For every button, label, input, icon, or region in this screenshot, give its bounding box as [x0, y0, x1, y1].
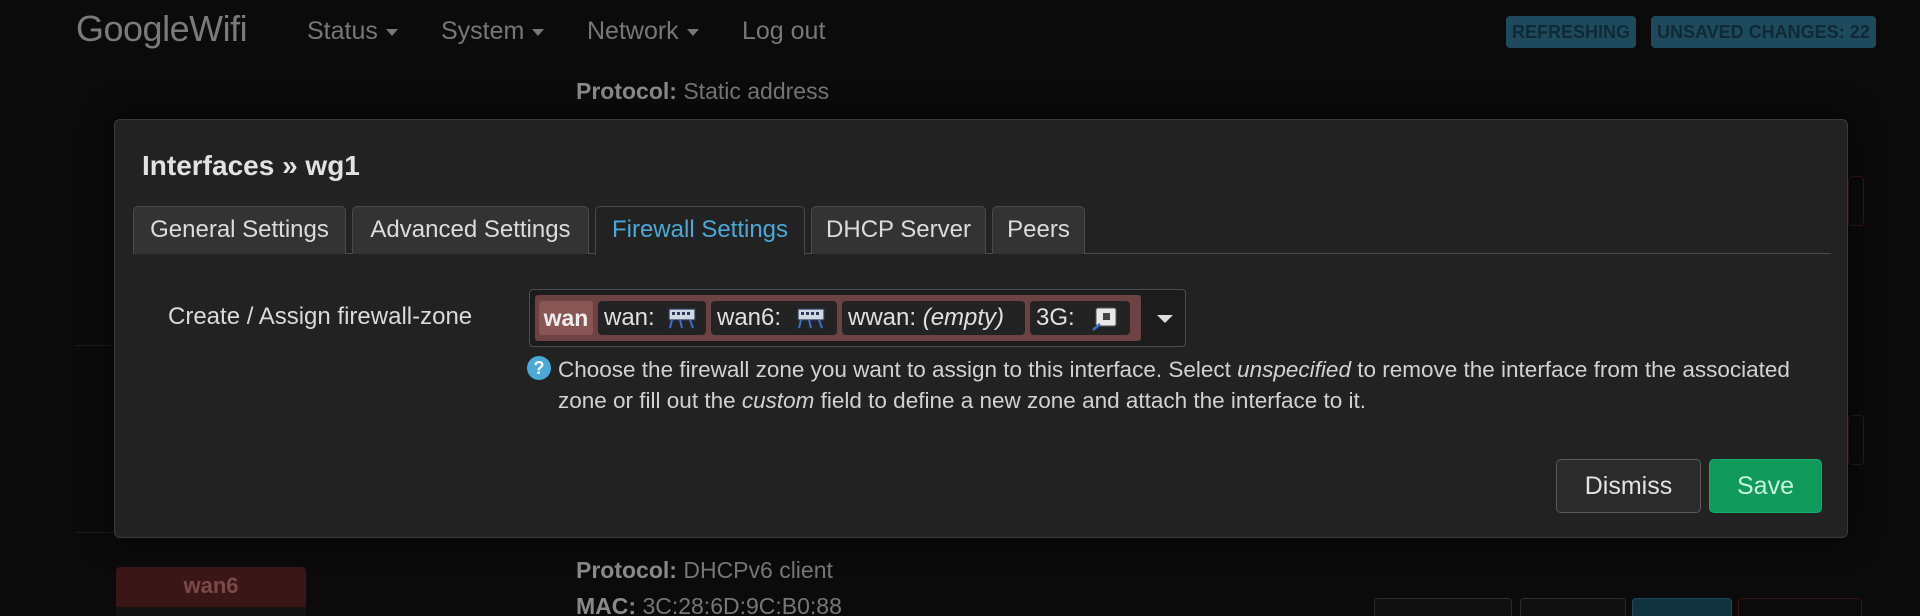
bg-button — [1632, 598, 1732, 616]
divider — [76, 532, 114, 533]
firewall-zone-label: Create / Assign firewall-zone — [168, 303, 473, 330]
modem-icon — [1092, 307, 1117, 331]
tab-firewall-settings[interactable]: Firewall Settings — [595, 206, 805, 255]
modal-title: Interfaces » wg1 — [142, 150, 360, 181]
refreshing-badge[interactable]: REFRESHING — [1506, 16, 1637, 48]
bg-button — [1848, 415, 1864, 465]
tab-general-settings[interactable]: General Settings — [133, 206, 346, 254]
bg-button — [1374, 598, 1512, 616]
chevron-down-icon — [532, 28, 545, 36]
ethernet-icon — [668, 308, 696, 329]
tab-dhcp-server[interactable]: DHCP Server — [811, 206, 986, 254]
firewall-zone-select[interactable]: wan wan: wan6: wwan: (empty) 3G: — [529, 289, 1186, 347]
zone-chip-wan6: wan6: — [711, 301, 837, 335]
wan6-zone-badge: wan6 — [116, 567, 306, 607]
menu-logout[interactable]: Log out — [742, 17, 825, 46]
interface-edit-modal: Interfaces » wg1 General Settings Advanc… — [114, 119, 1848, 538]
help-icon: ? — [527, 356, 551, 380]
tab-advanced-settings[interactable]: Advanced Settings — [352, 206, 589, 254]
save-button[interactable]: Save — [1709, 459, 1822, 513]
wan6-zone-body — [116, 607, 306, 616]
dismiss-button[interactable]: Dismiss — [1556, 459, 1701, 513]
chevron-down-icon — [385, 28, 398, 36]
ethernet-icon — [797, 308, 825, 329]
bg-button — [1848, 176, 1864, 226]
help-text: Choose the firewall zone you want to ass… — [558, 357, 1790, 413]
bg-mac-row: MAC: 3C:28:6D:9C:B0:88 — [576, 593, 842, 616]
brand-logo[interactable]: GoogleWifi — [76, 8, 248, 50]
tab-bar: General Settings Advanced Settings Firew… — [133, 206, 1831, 255]
bg-button — [1738, 598, 1862, 616]
chevron-down-icon[interactable] — [1157, 315, 1173, 323]
tab-peers[interactable]: Peers — [992, 206, 1085, 254]
bg-button — [1520, 598, 1626, 616]
zone-badge-wan: wan — [539, 301, 593, 335]
zone-chip-wan: wan: — [598, 301, 706, 335]
unsaved-changes-badge[interactable]: UNSAVED CHANGES: 22 — [1651, 16, 1876, 48]
bg-protocol-row: Protocol: Static address — [576, 78, 830, 104]
divider — [76, 345, 114, 346]
zone-chip-3g: 3G: — [1030, 301, 1130, 335]
zone-chip-wwan: wwan: (empty) — [842, 301, 1025, 335]
menu-status[interactable]: Status — [307, 17, 398, 46]
menu-system[interactable]: System — [441, 17, 545, 46]
zone-selected-value: wan wan: wan6: wwan: (empty) 3G: — [535, 295, 1141, 341]
chevron-down-icon — [686, 28, 699, 36]
bg-protocol-row-2: Protocol: DHCPv6 client — [576, 557, 833, 583]
menu-network[interactable]: Network — [587, 17, 699, 46]
top-navbar: GoogleWifi Status System Network Log out… — [0, 0, 1920, 64]
